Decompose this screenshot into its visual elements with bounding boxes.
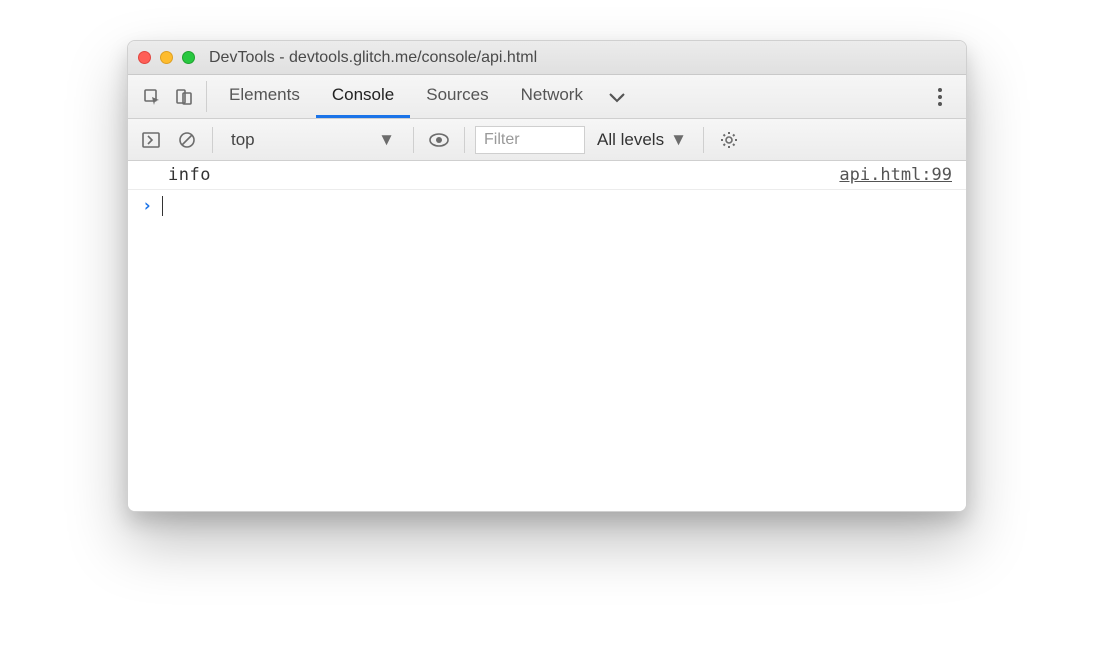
context-label: top [231, 130, 255, 150]
tab-label: Console [332, 85, 394, 105]
tab-network[interactable]: Network [505, 75, 599, 118]
console-toolbar: top ▼ All levels ▼ [128, 119, 966, 161]
window-title: DevTools - devtools.glitch.me/console/ap… [209, 49, 537, 67]
maximize-window-button[interactable] [182, 51, 195, 64]
tab-elements[interactable]: Elements [213, 75, 316, 118]
levels-label: All levels [597, 130, 664, 150]
execution-context-select[interactable]: top ▼ [223, 130, 403, 150]
clear-console-icon[interactable] [172, 125, 202, 155]
kebab-menu-icon[interactable] [922, 75, 958, 118]
panel-tabs: Elements Console Sources Network [213, 75, 599, 118]
log-source-link[interactable]: api.html:99 [839, 165, 952, 185]
console-output: info api.html:99 › [128, 161, 966, 511]
live-expression-icon[interactable] [424, 125, 454, 155]
console-settings-icon[interactable] [714, 125, 744, 155]
traffic-lights [138, 51, 195, 64]
tab-console[interactable]: Console [316, 75, 410, 118]
toggle-sidebar-icon[interactable] [136, 125, 166, 155]
dropdown-caret-icon: ▼ [378, 130, 395, 150]
log-levels-select[interactable]: All levels ▼ [591, 130, 693, 150]
console-prompt[interactable]: › [128, 190, 966, 222]
tab-sources[interactable]: Sources [410, 75, 504, 118]
divider [703, 127, 704, 153]
tab-label: Network [521, 85, 583, 105]
divider [212, 127, 213, 153]
log-message: info [168, 165, 211, 185]
log-row[interactable]: info api.html:99 [128, 161, 966, 190]
tab-label: Elements [229, 85, 300, 105]
divider [206, 81, 207, 112]
tab-label: Sources [426, 85, 488, 105]
filter-input[interactable] [475, 126, 585, 154]
close-window-button[interactable] [138, 51, 151, 64]
divider [464, 127, 465, 153]
inspect-element-icon[interactable] [136, 75, 168, 118]
more-tabs-button[interactable] [599, 75, 635, 118]
dropdown-caret-icon: ▼ [670, 130, 687, 150]
text-cursor [162, 196, 163, 216]
panel-tabs-row: Elements Console Sources Network [128, 75, 966, 119]
device-toolbar-icon[interactable] [168, 75, 200, 118]
titlebar: DevTools - devtools.glitch.me/console/ap… [128, 41, 966, 75]
devtools-window: DevTools - devtools.glitch.me/console/ap… [127, 40, 967, 512]
prompt-chevron-icon: › [142, 196, 152, 216]
divider [413, 127, 414, 153]
minimize-window-button[interactable] [160, 51, 173, 64]
